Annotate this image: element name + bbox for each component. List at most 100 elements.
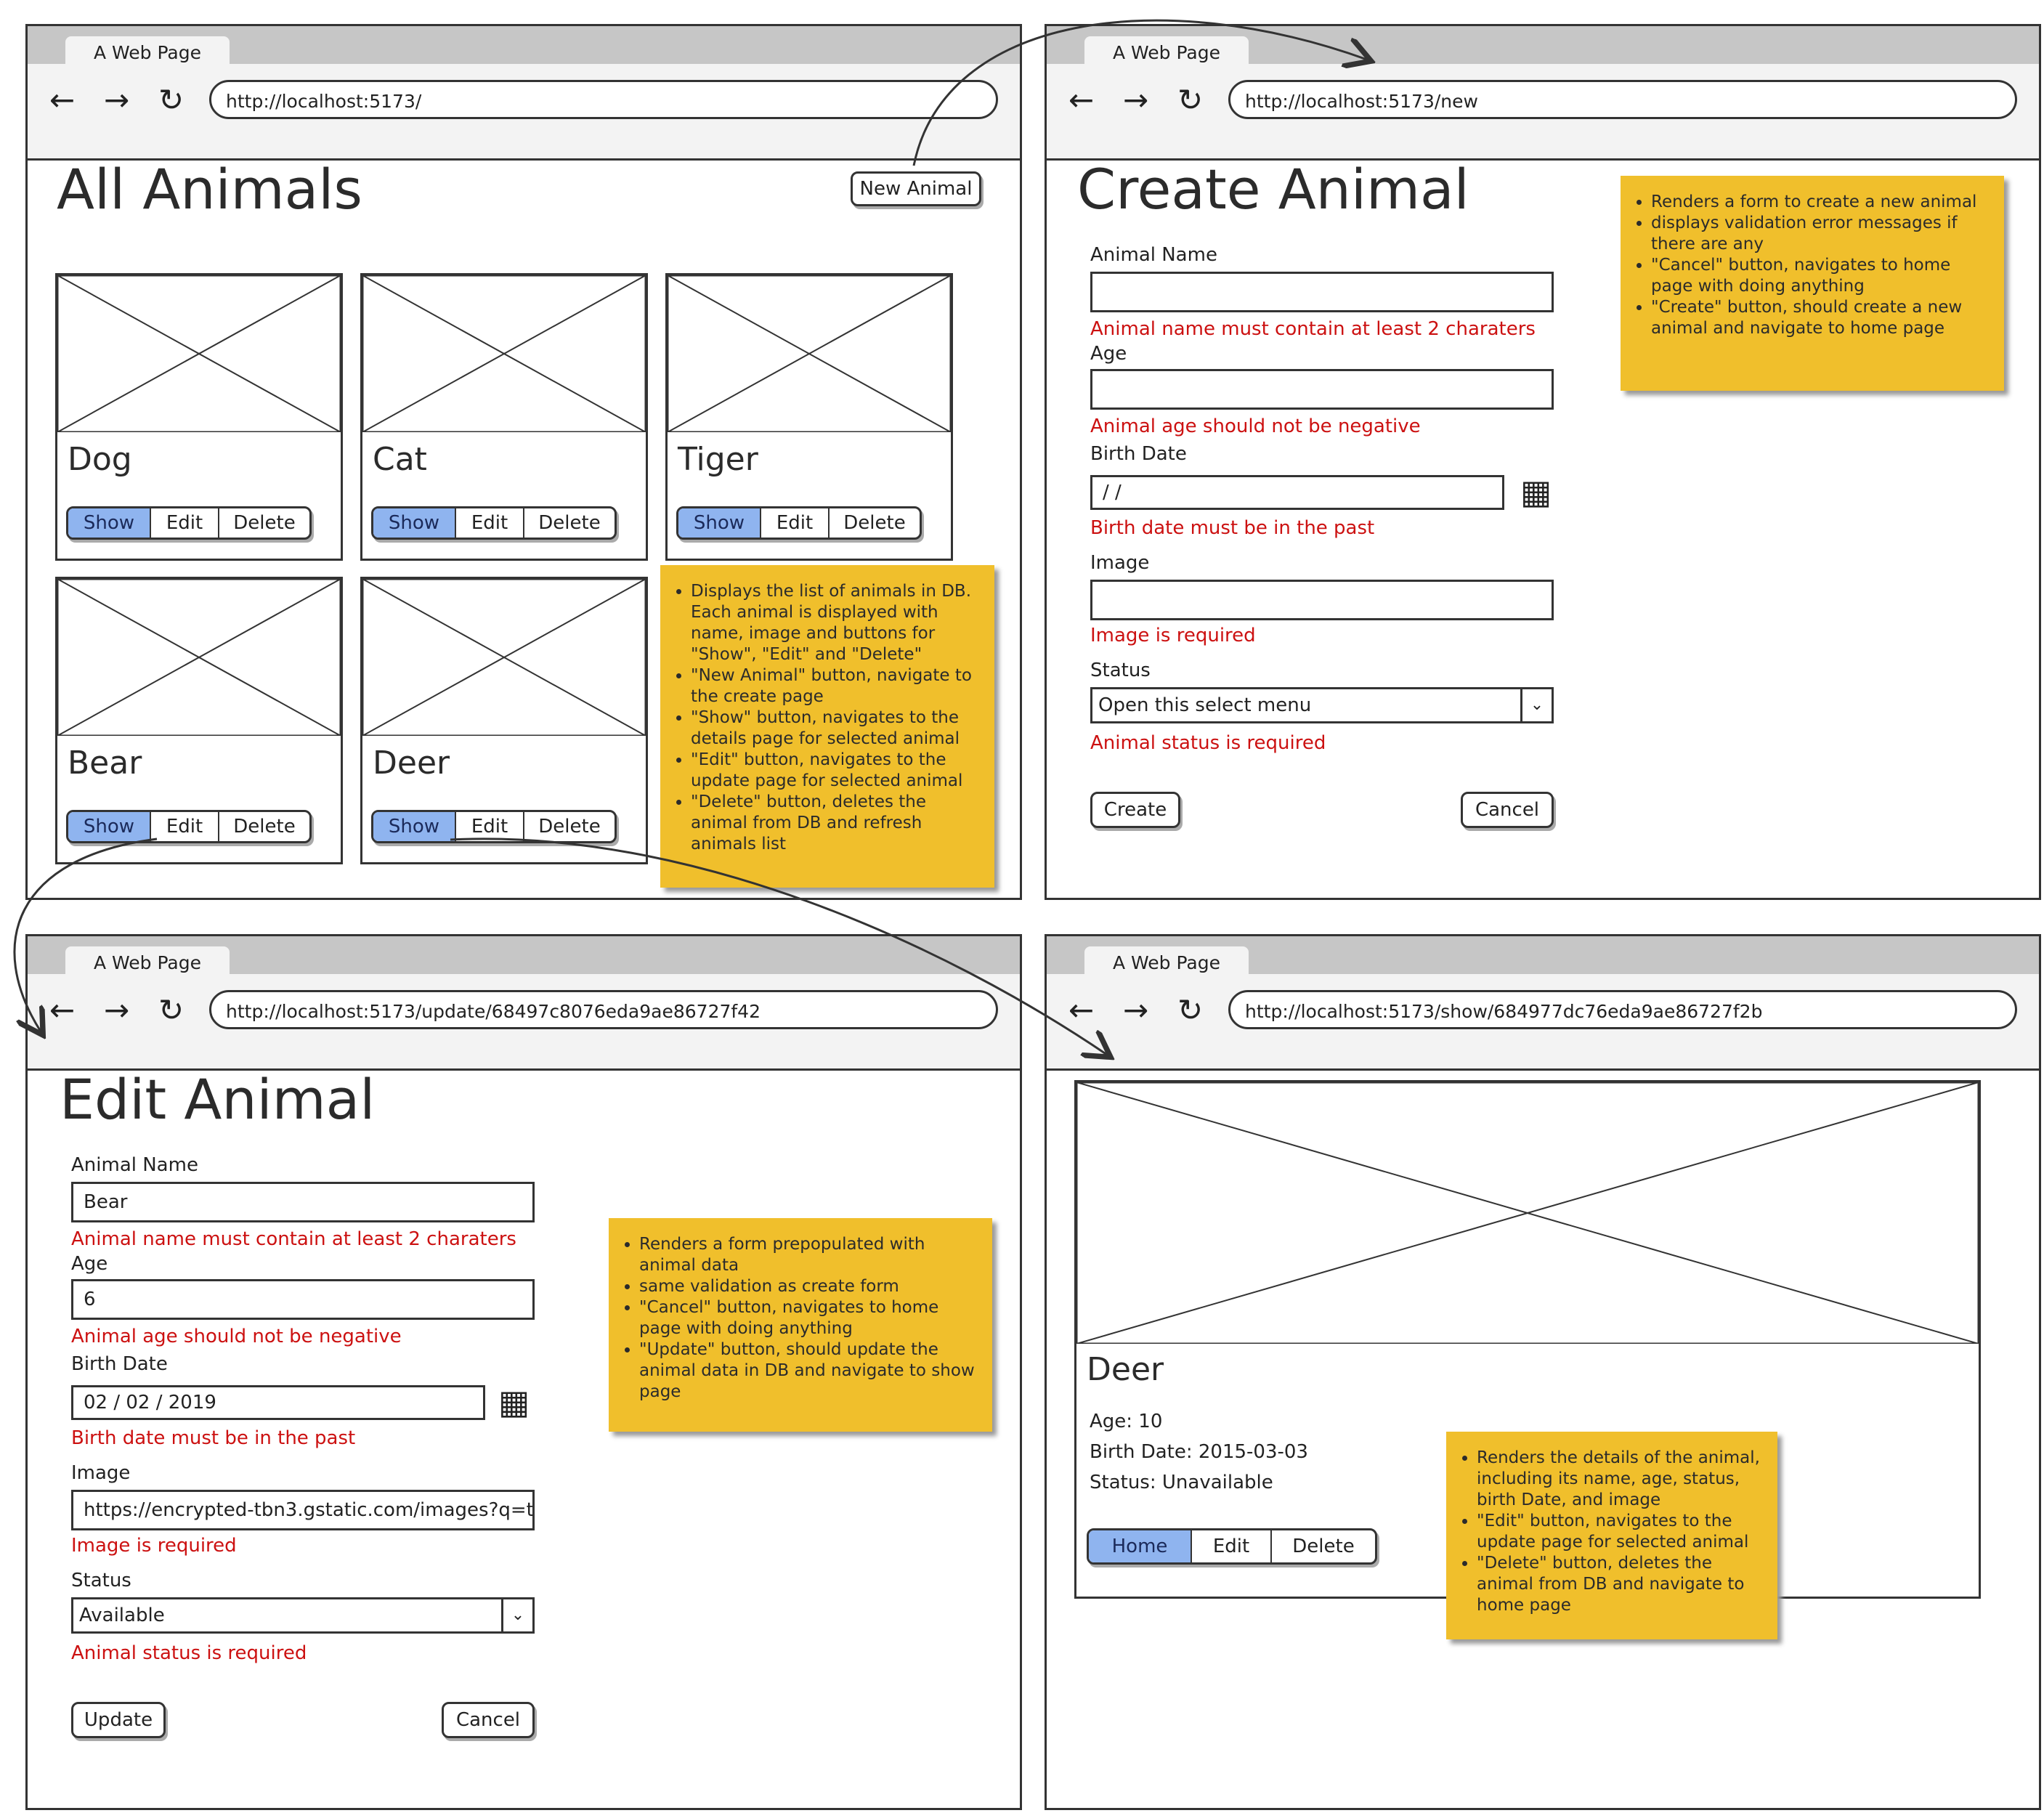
new-animal-button[interactable]: New Animal [851, 171, 981, 206]
forward-arrow-icon[interactable]: → [104, 989, 129, 1032]
edit-button[interactable]: Edit [1192, 1530, 1272, 1562]
edit-button[interactable]: Edit [151, 508, 219, 538]
status-select-value: Available [79, 1605, 165, 1626]
forward-arrow-icon[interactable]: → [1123, 989, 1148, 1032]
note-item: "Delete" button, deletes the animal from… [1477, 1553, 1764, 1616]
note-item: "Show" button, navigates to the details … [691, 707, 981, 750]
card-button-group: Show Edit Delete [66, 810, 312, 843]
image-placeholder-icon [57, 275, 341, 432]
note-item: "Edit" button, navigates to the update p… [691, 750, 981, 792]
delete-button[interactable]: Delete [830, 508, 920, 538]
birth-date-error: Birth date must be in the past [71, 1427, 356, 1449]
age-error: Animal age should not be negative [71, 1326, 402, 1347]
animal-name: Dog [68, 441, 132, 478]
note-item: "Create" button, should create a new ani… [1651, 297, 1991, 339]
note-item: "New Animal" button, navigate to the cre… [691, 665, 981, 707]
back-arrow-icon[interactable]: ← [49, 989, 75, 1032]
age-label: Age [71, 1253, 108, 1275]
note-item: Renders the details of the animal, inclu… [1477, 1448, 1764, 1511]
edit-button[interactable]: Edit [456, 508, 524, 538]
birth-date-input[interactable]: / / [1090, 475, 1504, 510]
reload-icon[interactable]: ↻ [158, 78, 184, 122]
status-error: Animal status is required [1090, 732, 1326, 754]
browser-navbar: ← → ↻ http://localhost:5173/show/684977d… [1047, 974, 2039, 1071]
show-button[interactable]: Show [68, 812, 151, 841]
show-button[interactable]: Show [373, 812, 456, 841]
detail-button-group: Home Edit Delete [1087, 1528, 1377, 1565]
home-button[interactable]: Home [1089, 1530, 1192, 1562]
note-item: "Edit" button, navigates to the update p… [1477, 1511, 1764, 1553]
back-arrow-icon[interactable]: ← [49, 78, 75, 122]
delete-button[interactable]: Delete [219, 812, 309, 841]
chevron-down-icon[interactable]: ⌄ [501, 1599, 532, 1631]
forward-arrow-icon[interactable]: → [1123, 78, 1148, 122]
animal-name-input[interactable] [1090, 272, 1554, 312]
delete-button[interactable]: Delete [219, 508, 309, 538]
show-page-window: A Web Page ← → ↻ http://localhost:5173/s… [1045, 934, 2041, 1810]
note-item: "Cancel" button, navigates to home page … [1651, 255, 1991, 297]
animal-name: Bear [68, 745, 142, 782]
show-button[interactable]: Show [68, 508, 151, 538]
animal-card: Bear Show Edit Delete [55, 577, 343, 864]
image-placeholder-icon [57, 579, 341, 736]
image-input[interactable]: https://encrypted-tbn3.gstatic.com/image… [71, 1490, 535, 1530]
browser-navbar: ← → ↻ http://localhost:5173/ [28, 64, 1020, 161]
image-label: Image [1090, 552, 1150, 574]
reload-icon[interactable]: ↻ [1177, 78, 1203, 122]
show-page-note: Renders the details of the animal, inclu… [1446, 1432, 1777, 1639]
forward-arrow-icon[interactable]: → [104, 78, 129, 122]
edit-button[interactable]: Edit [151, 812, 219, 841]
create-button[interactable]: Create [1090, 792, 1180, 828]
delete-button[interactable]: Delete [524, 508, 615, 538]
status-select[interactable]: Available ⌄ [71, 1597, 535, 1634]
cancel-button[interactable]: Cancel [1461, 792, 1554, 828]
back-arrow-icon[interactable]: ← [1068, 78, 1094, 122]
delete-button[interactable]: Delete [524, 812, 615, 841]
animal-card: Tiger Show Edit Delete [665, 273, 953, 561]
back-arrow-icon[interactable]: ← [1068, 989, 1094, 1032]
age-input[interactable]: 6 [71, 1279, 535, 1320]
animal-name-error: Animal name must contain at least 2 char… [71, 1228, 516, 1250]
image-error: Image is required [1090, 625, 1256, 646]
age-input[interactable] [1090, 369, 1554, 410]
animal-name-input[interactable]: Bear [71, 1182, 535, 1222]
animal-name-label: Animal Name [71, 1154, 198, 1176]
edit-button[interactable]: Edit [456, 812, 524, 841]
show-button[interactable]: Show [373, 508, 456, 538]
update-button[interactable]: Update [71, 1702, 166, 1738]
chevron-down-icon[interactable]: ⌄ [1520, 689, 1552, 721]
animal-card: Dog Show Edit Delete [55, 273, 343, 561]
animal-birth-date: Birth Date: 2015-03-03 [1090, 1441, 1308, 1463]
show-button[interactable]: Show [678, 508, 761, 538]
status-select[interactable]: Open this select menu ⌄ [1090, 687, 1554, 723]
animal-name-error: Animal name must contain at least 2 char… [1090, 318, 1536, 340]
age-error: Animal age should not be negative [1090, 415, 1421, 437]
card-button-group: Show Edit Delete [371, 506, 617, 540]
calendar-icon[interactable]: ▦ [1520, 475, 1552, 508]
card-button-group: Show Edit Delete [371, 810, 617, 843]
birth-date-input[interactable]: 02 / 02 / 2019 [71, 1385, 485, 1420]
cancel-button[interactable]: Cancel [442, 1702, 535, 1738]
address-bar[interactable]: http://localhost:5173/new [1228, 80, 2017, 119]
delete-button[interactable]: Delete [1272, 1530, 1375, 1562]
image-input[interactable] [1090, 580, 1554, 620]
address-bar[interactable]: http://localhost:5173/show/684977dc76eda… [1228, 990, 2017, 1029]
address-bar[interactable]: http://localhost:5173/update/68497c8076e… [209, 990, 998, 1029]
note-item: displays validation error messages if th… [1651, 213, 1991, 255]
edit-page-note: Renders a form prepopulated with animal … [609, 1218, 992, 1432]
image-placeholder-icon [362, 579, 646, 736]
create-page-window: A Web Page ← → ↻ http://localhost:5173/n… [1045, 24, 2041, 900]
address-bar[interactable]: http://localhost:5173/ [209, 80, 998, 119]
birth-date-error: Birth date must be in the past [1090, 517, 1375, 539]
calendar-icon[interactable]: ▦ [498, 1385, 530, 1419]
note-item: "Update" button, should update the anima… [639, 1339, 979, 1403]
edit-page-window: A Web Page ← → ↻ http://localhost:5173/u… [25, 934, 1022, 1810]
edit-button[interactable]: Edit [761, 508, 830, 538]
animal-name: Deer [373, 745, 450, 782]
reload-icon[interactable]: ↻ [158, 989, 184, 1032]
status-select-value: Open this select menu [1098, 694, 1312, 716]
image-placeholder-icon [668, 275, 951, 432]
animal-name: Cat [373, 441, 427, 478]
animal-card: Deer Show Edit Delete [360, 577, 648, 864]
reload-icon[interactable]: ↻ [1177, 989, 1203, 1032]
